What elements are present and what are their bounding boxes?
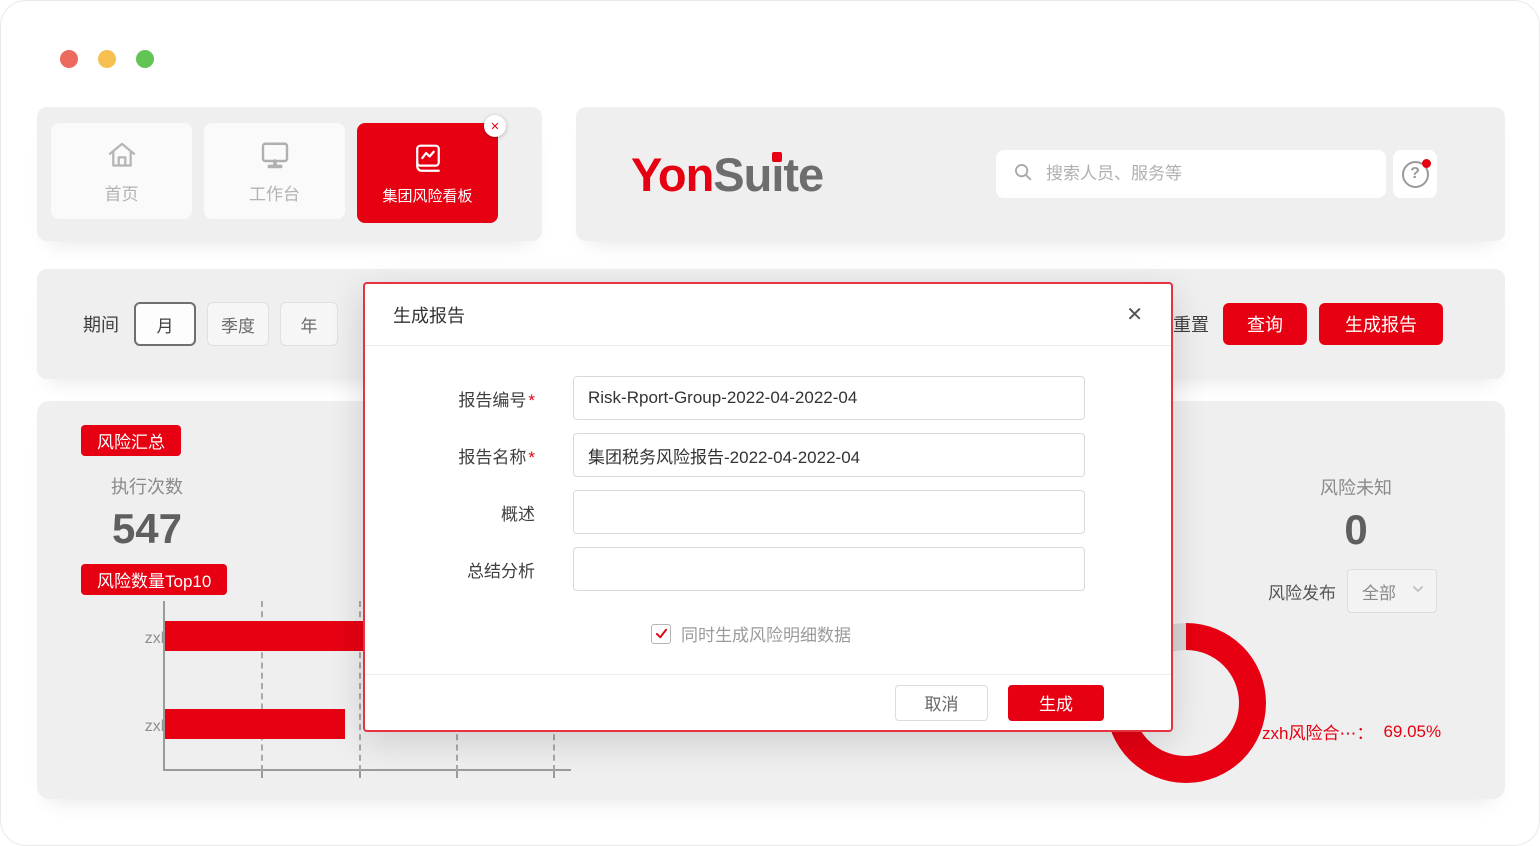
bar-series-2 [165,709,345,739]
required-mark: * [528,391,535,410]
app-window: 首页 工作台 ✕ 集团风险看板 YonSuite [0,0,1540,846]
report-no-label: 报告编号* [393,386,535,411]
period-option-month[interactable]: 月 [134,302,196,346]
donut-segment-value: 69.05% [1383,722,1441,742]
question-circle-icon: ? [1402,161,1429,188]
window-maximize-dot[interactable] [136,50,154,68]
tab-dashboard-label: 集团风险看板 [382,185,472,206]
monitor-icon [257,137,293,173]
tab-close-icon[interactable]: ✕ [484,115,506,137]
checkbox-label: 同时生成风险明细数据 [681,621,851,646]
logo-part-yon: Yon [631,147,713,202]
report-name-input[interactable] [573,433,1085,477]
donut-segment-label: zxh风险合⋯： [1262,719,1373,744]
window-close-dot[interactable] [60,50,78,68]
period-option-year[interactable]: 年 [280,302,338,346]
donut-callout: zxh风险合⋯： 69.05% [1242,719,1441,744]
help-button[interactable]: ? [1393,150,1437,198]
risk-publish-label: 风险发布 [1268,579,1336,604]
report-name-label: 报告名称* [393,443,535,468]
form-row-report-name: 报告名称* [393,433,1171,477]
tab-home[interactable]: 首页 [51,123,192,219]
generate-report-dialog: 生成报告 ✕ 报告编号* 报告名称* 概述 总结分析 [363,282,1173,732]
callout-leader-line [1242,731,1258,733]
overview-label: 概述 [393,500,535,525]
submit-generate-button[interactable]: 生成 [1008,685,1104,721]
generate-report-button[interactable]: 生成报告 [1319,303,1443,345]
risk-unknown-label: 风险未知 [1276,474,1436,500]
required-mark: * [528,448,535,467]
tab-workbench[interactable]: 工作台 [204,123,345,219]
risk-publish-selected-value: 全部 [1362,579,1396,604]
search-icon [1012,161,1034,188]
x-axis-tick [456,771,458,778]
execution-count-label: 执行次数 [67,473,227,499]
tab-home-label: 首页 [105,180,139,205]
logo-part-te: te [783,147,823,202]
x-axis-tick [359,771,361,778]
x-axis-tick [553,771,555,778]
risk-publish-select[interactable]: 全部 [1347,569,1437,613]
execution-count-value: 547 [67,505,227,553]
overview-input[interactable] [573,490,1085,534]
form-row-summary: 总结分析 [393,547,1171,591]
query-button[interactable]: 查询 [1223,303,1307,345]
checkbox-checked-icon[interactable] [651,624,671,644]
yonsuite-logo: YonSuite [631,107,823,241]
cancel-button[interactable]: 取消 [895,685,988,721]
summary-analysis-label: 总结分析 [393,557,535,582]
risk-summary-badge: 风险汇总 [81,425,181,456]
nav-tabs-card: 首页 工作台 ✕ 集团风险看板 [37,107,542,241]
header-card: YonSuite ? [576,107,1505,241]
reset-button[interactable]: 重置 [1173,311,1209,337]
summary-analysis-input[interactable] [573,547,1085,591]
book-chart-icon [409,140,447,178]
home-icon [104,137,140,173]
period-option-quarter[interactable]: 季度 [207,302,269,346]
x-axis-tick [261,771,263,778]
form-row-report-no: 报告编号* [393,376,1171,420]
risk-top10-badge: 风险数量Top10 [81,564,227,595]
search-input[interactable] [1046,164,1370,184]
window-minimize-dot[interactable] [98,50,116,68]
generate-detail-checkbox-row[interactable]: 同时生成风险明细数据 [651,621,1171,646]
execution-count-stat: 执行次数 547 [67,473,227,553]
risk-unknown-value: 0 [1276,506,1436,554]
form-row-overview: 概述 [393,490,1171,534]
period-label: 期间 [83,311,119,337]
logo-part-su: Su [713,147,771,202]
tab-group-risk-dashboard[interactable]: ✕ 集团风险看板 [357,123,498,223]
chevron-down-icon [1410,581,1426,602]
logo-part-i-red-dot: i [771,147,783,202]
dialog-title: 生成报告 [393,302,465,328]
risk-unknown-stat: 风险未知 0 [1276,474,1436,554]
dialog-close-icon[interactable]: ✕ [1126,305,1143,325]
tab-workbench-label: 工作台 [249,180,300,205]
global-search[interactable] [996,150,1386,198]
report-no-input[interactable] [573,376,1085,420]
